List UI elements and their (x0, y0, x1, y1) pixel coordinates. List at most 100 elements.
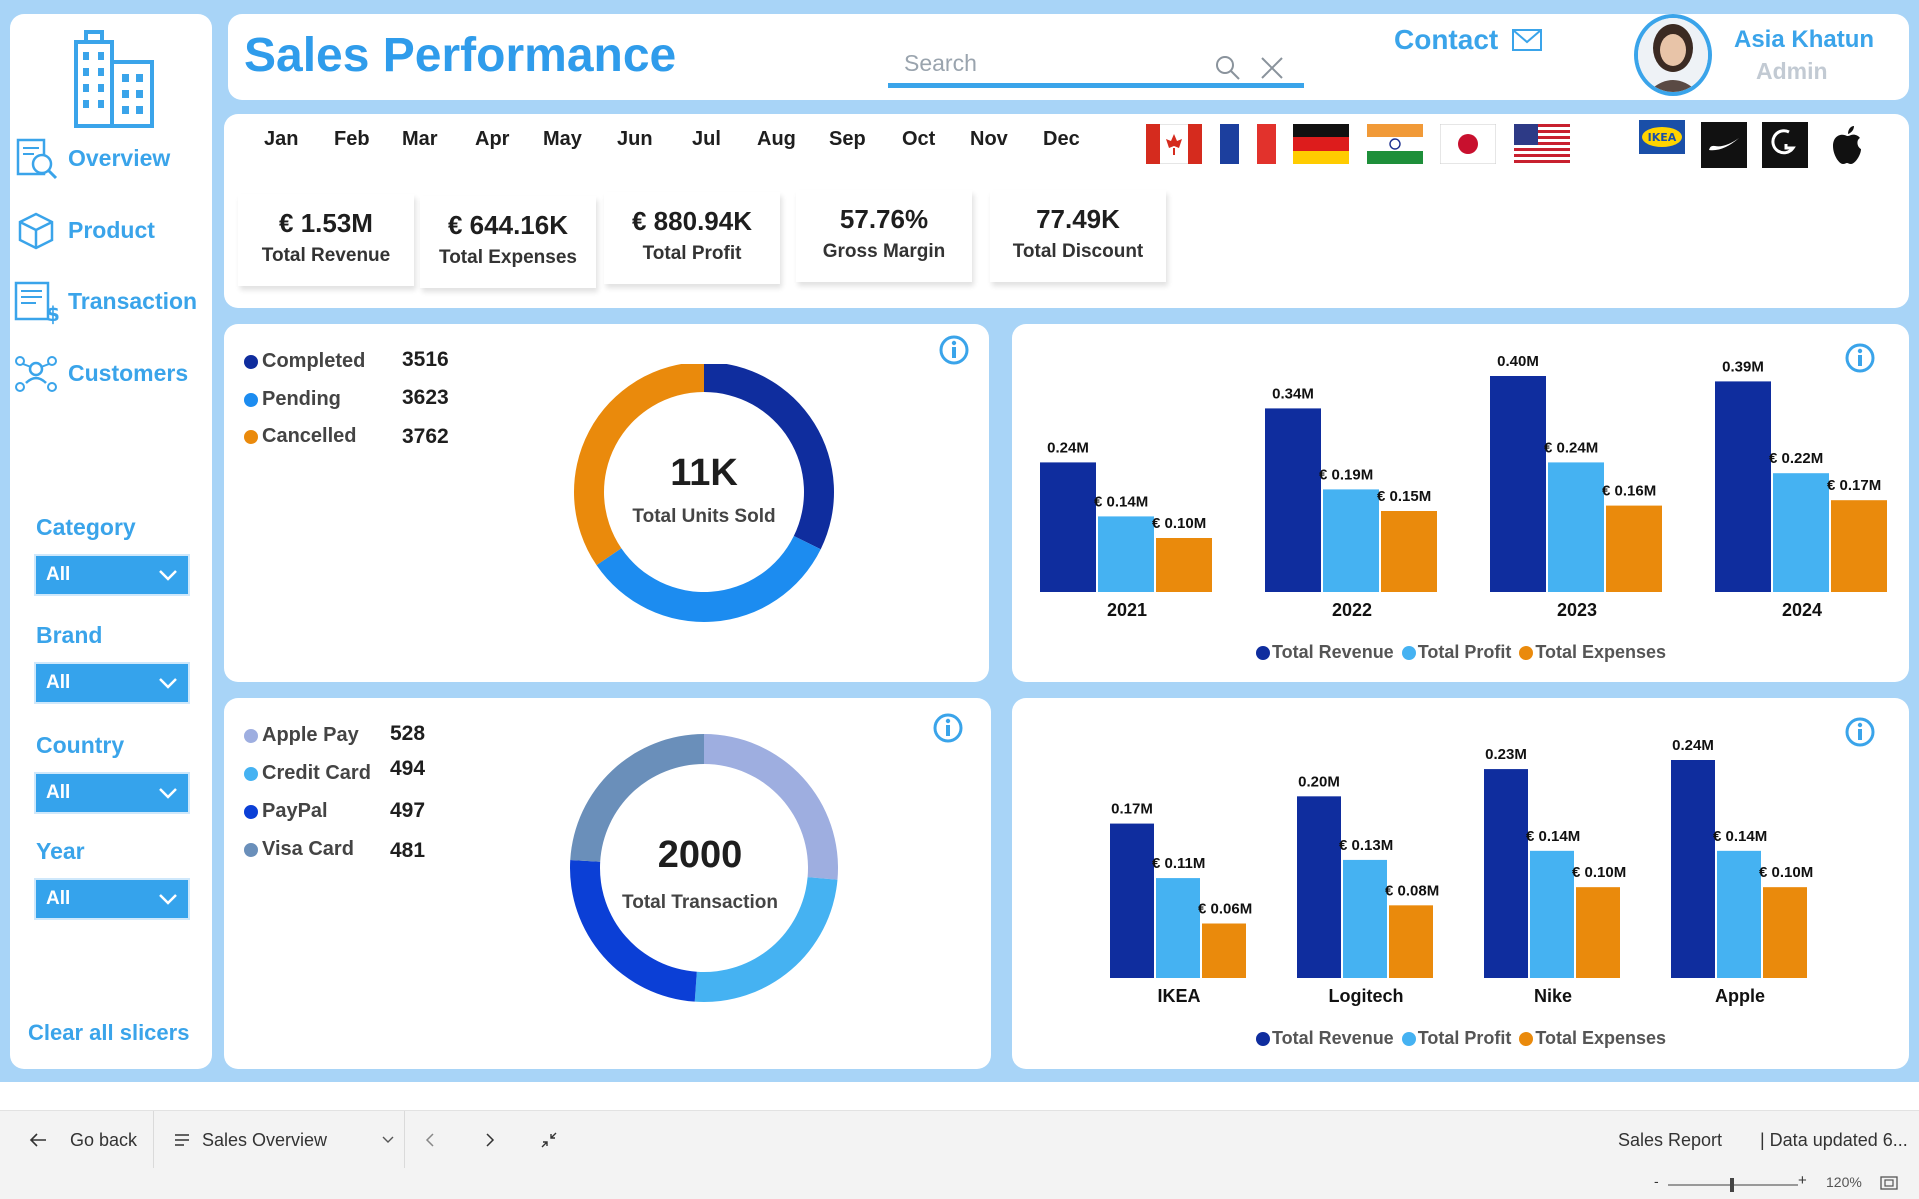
brand-bar-chart: 0.17M € 0.11M € 0.06M IKEA 0.20M € 0.13M € 0.0… (1110, 737, 1813, 1006)
kpi-value: € 644.16K (448, 210, 568, 240)
logitech-logo-icon[interactable] (1762, 122, 1808, 168)
country-dropdown[interactable]: All (34, 772, 190, 814)
bar-expenses-apple[interactable] (1763, 887, 1807, 978)
legend-profit: Total Profit (1401, 1028, 1511, 1049)
nav-transaction-label: Transaction (68, 287, 198, 314)
country-filter-title: Country (36, 732, 125, 758)
month-oct[interactable]: Oct (902, 128, 935, 151)
donut-slice-paypal[interactable] (570, 860, 697, 1002)
info-icon[interactable] (1844, 342, 1876, 374)
legend-expenses: Total Expenses (1519, 642, 1666, 663)
next-page-button[interactable] (484, 1111, 496, 1169)
bar-revenue-2024[interactable] (1715, 381, 1771, 592)
year-dropdown[interactable]: All (34, 878, 190, 920)
zoom-out-button[interactable]: - (1654, 1173, 1659, 1189)
legend-visa-card: Visa Card (244, 838, 354, 861)
data-label: 0.39M (1722, 358, 1764, 375)
go-back-button[interactable]: Go back (28, 1111, 137, 1169)
clear-all-slicers-button[interactable]: Clear all slicers (28, 1020, 189, 1046)
separator (153, 1111, 154, 1169)
data-label: 0.34M (1272, 385, 1314, 402)
month-dec[interactable]: Dec (1043, 128, 1080, 151)
bar-revenue-ikea[interactable] (1110, 823, 1154, 978)
page-selector[interactable]: Sales Overview (174, 1111, 394, 1169)
search-input[interactable]: Search (888, 46, 1304, 88)
month-apr[interactable]: Apr (475, 128, 509, 151)
search-icon[interactable] (1214, 54, 1242, 82)
bar-revenue-2022[interactable] (1265, 408, 1321, 592)
nav-transaction[interactable]: $ Transaction (10, 273, 212, 329)
bar-expenses-nike[interactable] (1576, 887, 1620, 978)
nike-logo-icon[interactable] (1701, 122, 1747, 168)
month-feb[interactable]: Feb (334, 128, 370, 151)
apple-logo-icon[interactable] (1824, 122, 1870, 168)
month-sep[interactable]: Sep (829, 128, 866, 151)
bar-expenses-2022[interactable] (1381, 511, 1437, 592)
bar-revenue-apple[interactable] (1671, 760, 1715, 978)
bar-expenses-2021[interactable] (1156, 538, 1212, 592)
mail-icon (1512, 29, 1543, 51)
category-dropdown[interactable]: All (34, 554, 190, 596)
brand-dropdown[interactable]: All (34, 662, 190, 704)
bar-expenses-2024[interactable] (1831, 500, 1887, 592)
bar-expenses-logitech[interactable] (1389, 905, 1433, 978)
ikea-logo-icon[interactable]: IKEA (1639, 120, 1685, 166)
previous-page-button[interactable] (424, 1111, 436, 1169)
month-may[interactable]: May (543, 128, 582, 151)
canada-flag-icon[interactable] (1146, 124, 1202, 164)
bar-revenue-2021[interactable] (1040, 462, 1096, 592)
data-label: € 0.24M (1544, 439, 1598, 456)
month-nov[interactable]: Nov (970, 128, 1008, 151)
bar-revenue-2023[interactable] (1490, 376, 1546, 592)
collapse-button[interactable] (540, 1111, 558, 1169)
bar-profit-ikea[interactable] (1156, 878, 1200, 978)
data-label: € 0.10M (1572, 864, 1626, 881)
category-label: 2021 (1107, 600, 1147, 620)
data-label: € 0.06M (1198, 901, 1252, 918)
month-mar[interactable]: Mar (402, 128, 438, 151)
data-label: € 0.10M (1759, 864, 1813, 881)
close-icon[interactable] (1258, 54, 1286, 82)
france-flag-icon[interactable] (1220, 124, 1276, 164)
month-jan[interactable]: Jan (264, 128, 298, 151)
month-jul[interactable]: Jul (692, 128, 721, 151)
chevron-down-icon (159, 894, 177, 905)
germany-flag-icon[interactable] (1293, 124, 1349, 164)
contact-label: Contact (1394, 24, 1499, 55)
info-icon[interactable] (932, 712, 964, 744)
bar-profit-nike[interactable] (1530, 850, 1574, 978)
nav-overview[interactable]: Overview (10, 130, 212, 186)
zoom-slider-thumb[interactable] (1730, 1178, 1734, 1192)
kpi-gross-margin: 57.76% Gross Margin (796, 190, 972, 282)
india-flag-icon[interactable] (1367, 124, 1423, 164)
bar-expenses-2023[interactable] (1606, 505, 1662, 592)
fit-to-page-icon[interactable] (1880, 1176, 1898, 1190)
bar-profit-logitech[interactable] (1343, 859, 1387, 978)
nav-product[interactable]: Product (10, 202, 212, 258)
user-role: Admin (1756, 58, 1828, 84)
info-icon[interactable] (1844, 716, 1876, 748)
bar-profit-apple[interactable] (1717, 850, 1761, 978)
month-jun[interactable]: Jun (617, 128, 653, 151)
month-aug[interactable]: Aug (757, 128, 796, 151)
brand-performance-panel: 0.17M € 0.11M € 0.06M IKEA 0.20M € 0.13M € 0.0… (1012, 698, 1909, 1069)
bar-profit-2024[interactable] (1773, 473, 1829, 592)
donut-center-label: Total Transaction (622, 892, 778, 913)
bar-profit-2022[interactable] (1323, 489, 1379, 592)
donut-slice-pending[interactable] (596, 536, 821, 622)
bar-profit-2023[interactable] (1548, 462, 1604, 592)
contact-button[interactable]: Contact (1394, 24, 1543, 56)
report-app-bar: Go back Sales Overview Sales Report | Da… (0, 1110, 1919, 1169)
info-icon[interactable] (938, 334, 970, 366)
bar-expenses-ikea[interactable] (1202, 923, 1246, 979)
zoom-in-button[interactable]: + (1798, 1172, 1807, 1189)
nav-customers[interactable]: Customers (10, 345, 212, 401)
usa-flag-icon[interactable] (1514, 124, 1570, 164)
japan-flag-icon[interactable] (1440, 124, 1496, 164)
data-label: € 0.15M (1377, 488, 1431, 505)
category-label: Nike (1534, 986, 1572, 1006)
bar-profit-2021[interactable] (1098, 516, 1154, 592)
bar-revenue-nike[interactable] (1484, 769, 1528, 978)
bar-revenue-logitech[interactable] (1297, 796, 1341, 978)
zoom-level: 120% (1826, 1174, 1862, 1190)
